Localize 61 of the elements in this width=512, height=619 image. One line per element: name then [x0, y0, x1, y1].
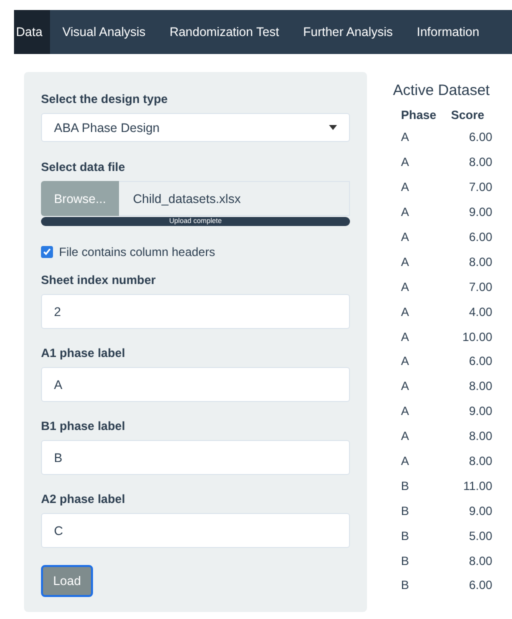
table-cell-text: 6.00 [468, 577, 492, 594]
table-cell-text: A [401, 204, 410, 222]
table-cell-text: 5.00 [468, 528, 492, 545]
dataset-title: Active Dataset [393, 82, 491, 99]
nav-tab[interactable]: Randomization Test [158, 10, 292, 54]
table-cell-text: A [401, 254, 410, 271]
table-cell-text: 9.00 [468, 403, 492, 420]
table-cell-text: 11.00 [462, 478, 492, 495]
table-cell-text: 10.00 [461, 328, 492, 346]
table-cell-text: A [401, 229, 410, 246]
table-cell-text: 4.00 [468, 304, 492, 321]
text-field[interactable]: C [41, 513, 350, 548]
table-cell-text: 6.00 [468, 353, 492, 370]
column-header: Phase [401, 107, 438, 124]
table-cell-text: A [401, 129, 410, 146]
table-cell-text: A [401, 378, 410, 396]
nav-tab[interactable]: Information [404, 10, 492, 54]
table-cell-text: 8.00 [468, 378, 492, 396]
checkbox-label: File contains column headers [59, 245, 216, 259]
file-name-field: Child_datasets.xlsx [119, 181, 350, 216]
field-label: Select data file [41, 160, 126, 174]
table-cell-text: 8.00 [468, 428, 492, 446]
table-cell-text: A [401, 278, 410, 296]
field-label: A1 phase label [41, 346, 126, 360]
nav-tab[interactable]: Visual Analysis [50, 10, 158, 54]
field-label: A2 phase label [41, 492, 126, 506]
nav-tab[interactable]: Further Analysis [291, 10, 405, 54]
nav-tab[interactable]: Data [14, 10, 50, 54]
text-field[interactable]: B [41, 440, 350, 475]
table-cell-text: 8.00 [468, 154, 492, 172]
text-field[interactable]: A [41, 367, 350, 402]
table-cell-text: A [401, 453, 410, 470]
table-cell-text: A [401, 179, 410, 196]
table-cell-text: 8.00 [468, 254, 492, 271]
text-field[interactable]: 2 [41, 294, 350, 329]
checkbox[interactable] [41, 246, 53, 258]
table-cell-text: A [401, 304, 410, 321]
table-cell-text: A [401, 328, 410, 346]
column-header: Score [450, 107, 486, 124]
table-cell-text: 9.00 [468, 502, 492, 520]
table-cell-text: B [401, 528, 410, 545]
table-cell-text: 6.00 [468, 129, 492, 146]
table-cell-text: B [401, 552, 410, 570]
table-cell-text: B [401, 478, 410, 495]
design-type-select[interactable]: ABA Phase Design [41, 113, 350, 142]
table-cell-text: B [401, 577, 410, 594]
table-cell-text: 7.00 [468, 179, 492, 196]
table-cell-text: A [401, 403, 410, 420]
table-cell-text: 6.00 [468, 229, 492, 246]
table-cell-text: 9.00 [468, 204, 492, 222]
field-label: Sheet index number [41, 273, 157, 287]
table-cell-text: 7.00 [468, 278, 492, 296]
table-cell-text: A [401, 428, 410, 446]
field-label: Select the design type [41, 92, 169, 106]
caret-icon [329, 125, 337, 130]
table-cell-text: A [401, 154, 410, 172]
field-label: B1 phase label [41, 419, 126, 433]
table-cell-text: A [401, 353, 410, 370]
table-cell-text: B [401, 502, 410, 520]
table-cell-text: 8.00 [468, 552, 492, 570]
table-cell-text: 8.00 [468, 453, 492, 470]
